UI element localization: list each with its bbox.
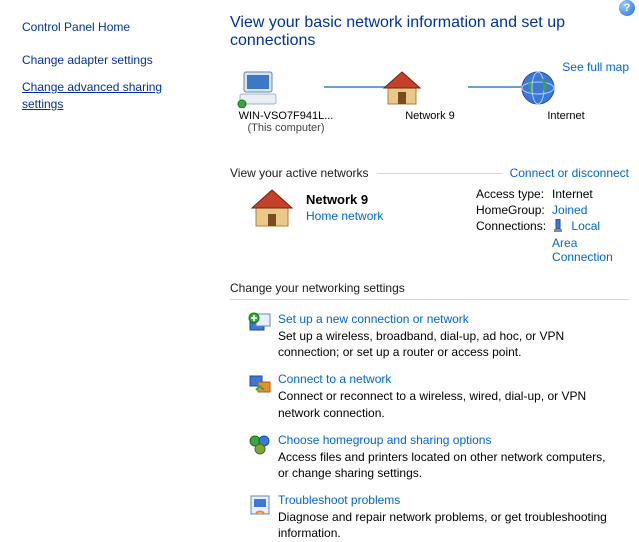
task-homegroup-sharing-link[interactable]: Choose homegroup and sharing options [278, 433, 619, 447]
task-troubleshoot-desc: Diagnose and repair network problems, or… [278, 509, 619, 541]
map-line-1 [324, 86, 388, 88]
task-troubleshoot-link[interactable]: Troubleshoot problems [278, 493, 619, 507]
connections-label: Connections: [476, 218, 552, 265]
network-type-icon [248, 186, 296, 265]
active-network-name: Network 9 [306, 192, 476, 207]
active-network-type-link[interactable]: Home network [306, 209, 476, 223]
divider [377, 173, 502, 174]
house-icon [380, 68, 480, 108]
setup-connection-icon [248, 312, 278, 360]
connect-disconnect-link[interactable]: Connect or disconnect [510, 166, 629, 180]
control-panel-home-link[interactable]: Control Panel Home [22, 20, 198, 34]
troubleshoot-icon [248, 493, 278, 541]
sidebar: Control Panel Home Change adapter settin… [0, 0, 210, 518]
main-pane: ? View your basic network information an… [210, 0, 639, 518]
task-homegroup-sharing-desc: Access files and printers located on oth… [278, 449, 619, 481]
active-networks-label: View your active networks [230, 166, 369, 180]
homegroup-icon [248, 433, 278, 481]
sidebar-link-advanced-sharing[interactable]: Change advanced sharing settings [22, 79, 198, 113]
homegroup-value-link[interactable]: Joined [552, 202, 629, 218]
active-network-left: Network 9 Home network [306, 186, 476, 265]
map-computer-name: WIN-VSO7F941L... [236, 110, 336, 122]
task-connect-network-link[interactable]: Connect to a network [278, 372, 619, 386]
task-troubleshoot: Troubleshoot problems Diagnose and repai… [248, 493, 629, 541]
networking-settings-header: Change your networking settings [230, 281, 629, 300]
task-connect-network-desc: Connect or reconnect to a wireless, wire… [278, 388, 619, 420]
globe-icon [516, 68, 616, 108]
page-title: View your basic network information and … [230, 14, 629, 50]
map-node-internet[interactable]: Internet [516, 68, 616, 122]
homegroup-label: HomeGroup: [476, 202, 552, 218]
map-internet-name: Internet [516, 110, 616, 122]
connect-network-icon [248, 372, 278, 420]
map-computer-sub: (This computer) [236, 122, 336, 134]
active-networks-header-row: View your active networks Connect or dis… [230, 166, 629, 180]
task-setup-connection-desc: Set up a wireless, broadband, dial-up, a… [278, 328, 619, 360]
task-homegroup-sharing: Choose homegroup and sharing options Acc… [248, 433, 629, 481]
help-icon[interactable]: ? [619, 0, 635, 16]
task-setup-connection: Set up a new connection or network Set u… [248, 312, 629, 360]
active-network-details: Access type: Internet HomeGroup: Joined … [476, 186, 629, 265]
network-map: See full map WIN-VSO7F941L... (This comp… [230, 60, 629, 160]
computer-icon [236, 68, 336, 108]
map-node-network[interactable]: Network 9 [380, 68, 480, 122]
access-type-label: Access type: [476, 186, 552, 202]
connection-status-icon [552, 219, 564, 236]
map-node-computer[interactable]: WIN-VSO7F941L... (This computer) [236, 68, 336, 134]
task-setup-connection-link[interactable]: Set up a new connection or network [278, 312, 619, 326]
access-type-value: Internet [552, 186, 629, 202]
task-connect-network: Connect to a network Connect or reconnec… [248, 372, 629, 420]
sidebar-link-adapter-settings[interactable]: Change adapter settings [22, 52, 198, 69]
map-network-name: Network 9 [380, 110, 480, 122]
active-network-block: Network 9 Home network Access type: Inte… [230, 186, 629, 265]
